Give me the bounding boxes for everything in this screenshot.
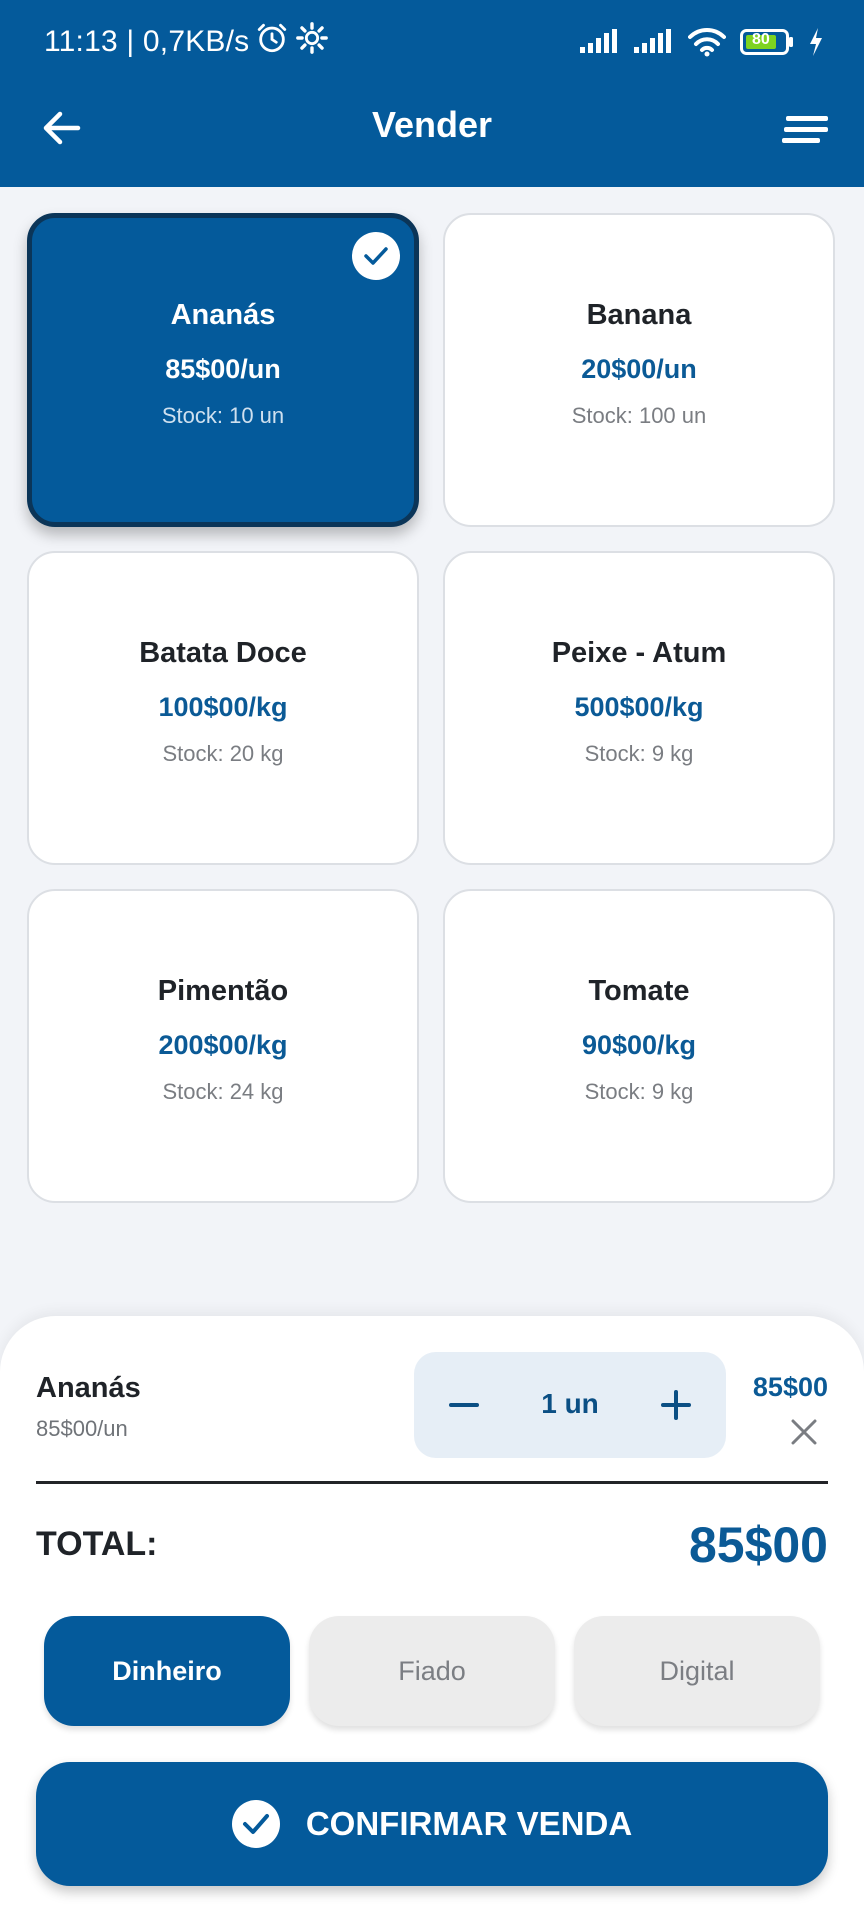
divider [36, 1481, 828, 1484]
product-name: Tomate [588, 975, 690, 1007]
signal-icon [580, 29, 620, 55]
header: 11:13 | 0,7KB/s 80 Vender [0, 0, 864, 187]
product-stock: Stock: 20 kg [162, 741, 284, 766]
product-price: 20$00/un [581, 354, 697, 384]
cart-item-name: Ananás [36, 1372, 141, 1404]
battery-level: 80 [752, 31, 770, 48]
total-label: TOTAL: [36, 1525, 158, 1563]
plus-icon [661, 1390, 691, 1420]
product-stock: Stock: 9 kg [584, 741, 694, 766]
product-card[interactable]: Banana 20$00/un Stock: 100 un [443, 213, 835, 527]
charging-icon [808, 28, 824, 56]
product-name: Ananás [170, 299, 276, 331]
settings-icon [295, 21, 329, 63]
product-card[interactable]: Ananás 85$00/un Stock: 10 un [27, 213, 419, 527]
product-grid: Ananás 85$00/un Stock: 10 un Banana 20$0… [27, 213, 837, 1203]
close-icon [791, 1419, 817, 1445]
app-bar: Vender [0, 84, 864, 187]
check-icon [352, 232, 400, 280]
payment-cash-button[interactable]: Dinheiro [44, 1616, 290, 1726]
cart-item-total: 85$00 [752, 1372, 828, 1402]
sort-menu-icon [782, 116, 828, 143]
status-right: 80 [580, 22, 824, 62]
product-name: Batata Doce [139, 637, 307, 669]
alarm-icon [255, 21, 289, 63]
quantity-stepper: 1 un [414, 1352, 726, 1458]
signal-icon [634, 29, 674, 55]
product-name: Peixe - Atum [551, 637, 727, 669]
product-price: 90$00/kg [581, 1030, 697, 1060]
product-stock: Stock: 24 kg [162, 1079, 284, 1104]
sort-menu-button[interactable] [778, 106, 834, 154]
check-circle-icon [231, 1800, 280, 1848]
wifi-icon [688, 27, 726, 57]
product-price: 85$00/un [165, 354, 281, 384]
confirm-sale-label: CONFIRMAR VENDA [305, 1805, 633, 1842]
status-left: 11:13 | 0,7KB/s [44, 22, 329, 62]
product-card[interactable]: Batata Doce 100$00/kg Stock: 20 kg [27, 551, 419, 865]
product-name: Pimentão [157, 975, 289, 1007]
battery-icon: 80 [740, 28, 794, 56]
status-bar: 11:13 | 0,7KB/s 80 [0, 0, 864, 84]
product-card[interactable]: Peixe - Atum 500$00/kg Stock: 9 kg [443, 551, 835, 865]
payment-digital-button[interactable]: Digital [574, 1616, 820, 1726]
product-name: Banana [586, 299, 692, 331]
product-card[interactable]: Pimentão 200$00/kg Stock: 24 kg [27, 889, 419, 1203]
remove-item-button[interactable] [784, 1412, 824, 1452]
product-stock: Stock: 100 un [571, 403, 707, 428]
total-value: 85$00 [688, 1517, 828, 1573]
product-price: 500$00/kg [574, 692, 704, 722]
page-title: Vender [371, 104, 493, 145]
confirm-sale-button[interactable]: CONFIRMAR VENDA [36, 1762, 828, 1886]
status-time: 11:13 | 0,7KB/s [44, 25, 250, 58]
app-screen: 11:13 | 0,7KB/s 80 Vender Ananás 85$00/u… [0, 0, 864, 1920]
cart-item-unit-price: 85$00/un [36, 1416, 128, 1441]
product-stock: Stock: 10 un [161, 403, 285, 428]
product-card[interactable]: Tomate 90$00/kg Stock: 9 kg [443, 889, 835, 1203]
increase-quantity-button[interactable] [650, 1379, 702, 1431]
checkout-sheet: Ananás 85$00/un 1 un 85$00 TOTAL: 85$00 … [0, 1316, 864, 1920]
payment-credit-button[interactable]: Fiado [309, 1616, 555, 1726]
product-stock: Stock: 9 kg [584, 1079, 694, 1104]
product-price: 100$00/kg [158, 692, 288, 722]
product-price: 200$00/kg [158, 1030, 288, 1060]
